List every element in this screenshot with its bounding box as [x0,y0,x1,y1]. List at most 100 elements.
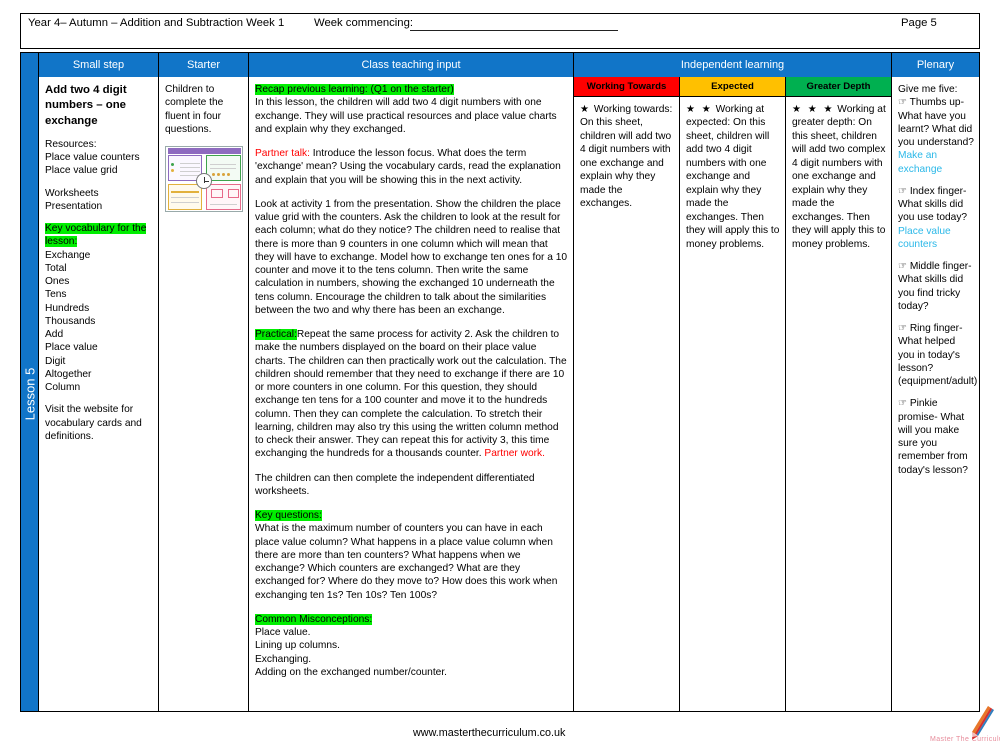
differentiation-header-row: Working Towards Expected Greater Depth [574,77,891,97]
vocab-item: Thousands [45,315,96,327]
lesson-plan-page: Year 4– Autumn – Addition and Subtractio… [0,0,1000,750]
plenary-item: ☞ Thumbs up- What have you learnt? What … [898,96,974,176]
table-body-row: Lesson 5 Add two 4 digit numbers – one e… [21,77,979,711]
table-header-row: Small step Starter Class teaching input … [21,53,979,77]
recap-heading: Recap previous learning: (Q1 on the star… [255,84,454,95]
cell-starter: Children to complete the fluent in four … [159,77,249,711]
practical-label: Practical: [255,329,297,340]
misconception-item: Exchanging. [255,653,312,665]
plenary-answer: Make an exchange [898,150,943,175]
hand-icon: ☞ [898,97,907,109]
footer-website-url[interactable]: www.masterthecurriculum.co.uk [413,727,565,739]
plenary-item: ☞ Pinkie promise- What will you make sur… [898,397,974,477]
practical-block: Practical:Repeat the same process for ac… [255,328,568,461]
key-questions-body: What is the maximum number of counters y… [255,523,558,601]
hand-icon: ☞ [898,185,907,197]
column-header-plenary: Plenary [892,53,979,77]
vocab-item: Exchange [45,249,91,261]
starter-text: Children to complete the fluent in four … [165,84,224,135]
activity1-block: Look at activity 1 from the presentation… [255,198,568,316]
misconception-item: Place value. [255,627,311,638]
hand-icon: ☞ [898,398,907,410]
plenary-prompt: Pinkie promise- What will you make sure … [898,398,968,476]
plenary-prompt: Middle finger- What skills did you find … [898,261,972,312]
plenary-item: ☞ Middle finger- What skills did you fin… [898,260,974,313]
misconceptions-heading: Common Misconceptions: [255,613,373,625]
partner-talk-block: Partner talk: Introduce the lesson focus… [255,147,568,187]
star-rating: ★ ★ [686,104,713,115]
hand-icon: ☞ [898,323,907,334]
plenary-prompt: Ring finger- What helped you in today's … [898,323,978,387]
vocab-item: Add [45,329,64,341]
star-rating: ★ ★ ★ [792,104,835,115]
fluent-in-four-worksheet-thumbnail [165,146,243,212]
sub-header-expected: Expected [680,77,786,97]
misconception-item: Lining up columns. [255,640,340,652]
lesson-spine-label: Lesson 5 [22,367,37,421]
document-header: Year 4– Autumn – Addition and Subtractio… [20,13,980,49]
vocab-item: Total [45,262,67,274]
cell-small-step: Add two 4 digit numbers – one exchange R… [39,77,159,711]
sub-header-working-towards: Working Towards [574,77,680,97]
level-body: On this sheet, children will add two com… [792,117,886,250]
website-note: Visit the website for vocabulary cards a… [45,404,142,442]
vocab-item: Tens [45,289,67,301]
partner-talk-label: Partner talk: [255,148,310,159]
week-commencing-blank-line [410,30,618,31]
material-item: Worksheets [45,187,99,199]
lesson-plan-table: Small step Starter Class teaching input … [20,52,980,712]
plenary-prompt: Thumbs up- What have you learnt? What di… [898,97,974,148]
plenary-intro: Give me five: [898,84,958,95]
cell-class-teaching-input: Recap previous learning: (Q1 on the star… [249,77,574,711]
star-rating: ★ [580,104,591,115]
misconceptions-block: Common Misconceptions: Place value. Lini… [255,613,568,679]
level-body: On this sheet, children will add two 4 d… [686,117,780,250]
plenary-item: ☞ Index finger- What skills did you use … [898,185,974,251]
differentiation-body-row: ★ Working towards: On this sheet, childr… [574,97,891,711]
cell-greater-depth: ★ ★ ★ Working at greater depth: On this … [786,97,891,711]
page-number: Page 5 [901,17,937,29]
practical-body: Repeat the same process for activity 2. … [255,329,567,460]
plenary-answer: Place value counters [898,225,951,250]
misconception-item: Adding on the exchanged number/counter. [255,666,448,678]
column-header-class-teaching-input: Class teaching input [249,53,574,77]
week-commencing-label: Week commencing: [314,17,413,29]
pencil-graphic [972,706,994,740]
resource-item: Place value grid [45,165,118,177]
pencil-logo-icon: Master The Curriculum [930,706,1000,748]
column-header-independent-learning: Independent learning [574,53,892,77]
key-vocabulary-heading-text: Key vocabulary for the lesson: [45,223,147,248]
vocab-item: Altogether [45,368,92,380]
vocab-item: Ones [45,276,70,288]
vocab-item: Digit [45,355,66,367]
spine-header-cell [21,53,39,77]
recap-block: Recap previous learning: (Q1 on the star… [255,83,568,136]
lesson-spine: Lesson 5 [21,77,39,711]
sub-header-greater-depth: Greater Depth [786,77,891,97]
small-step-title: Add two 4 digit numbers – one exchange [45,84,127,127]
level-title: Working towards: [593,104,673,115]
key-vocabulary-heading: Key vocabulary for the lesson: [45,222,153,249]
recap-body: In this lesson, the children will add tw… [255,97,557,135]
vocab-item: Hundreds [45,302,90,314]
partner-work-label: Partner work. [484,448,545,460]
plenary-prompt: Index finger- What skills did you use to… [898,185,968,224]
key-questions-heading: Key questions: [255,510,322,521]
vocab-item: Column [45,382,81,394]
independent-note: The children can then complete the indep… [255,472,535,497]
cell-expected: ★ ★ Working at expected: On this sheet, … [680,97,786,711]
hand-icon: ☞ [898,261,907,272]
plenary-item: ☞ Ring finger- What helped you in today'… [898,322,978,388]
cell-independent-learning: Working Towards Expected Greater Depth ★… [574,77,892,711]
resource-item: Place value counters [45,152,140,164]
vocab-item: Place value [45,342,98,354]
cell-working-towards: ★ Working towards: On this sheet, childr… [574,97,680,711]
column-header-starter: Starter [159,53,249,77]
level-body: On this sheet, children will add two 4 d… [580,117,672,210]
page-title: Year 4– Autumn – Addition and Subtractio… [28,17,285,29]
material-item: Presentation [45,200,103,212]
resources-heading: Resources: [45,138,97,150]
key-questions-block: Key questions: What is the maximum numbe… [255,509,568,602]
cell-plenary: Give me five: ☞ Thumbs up- What have you… [892,77,979,711]
column-header-small-step: Small step [39,53,159,77]
